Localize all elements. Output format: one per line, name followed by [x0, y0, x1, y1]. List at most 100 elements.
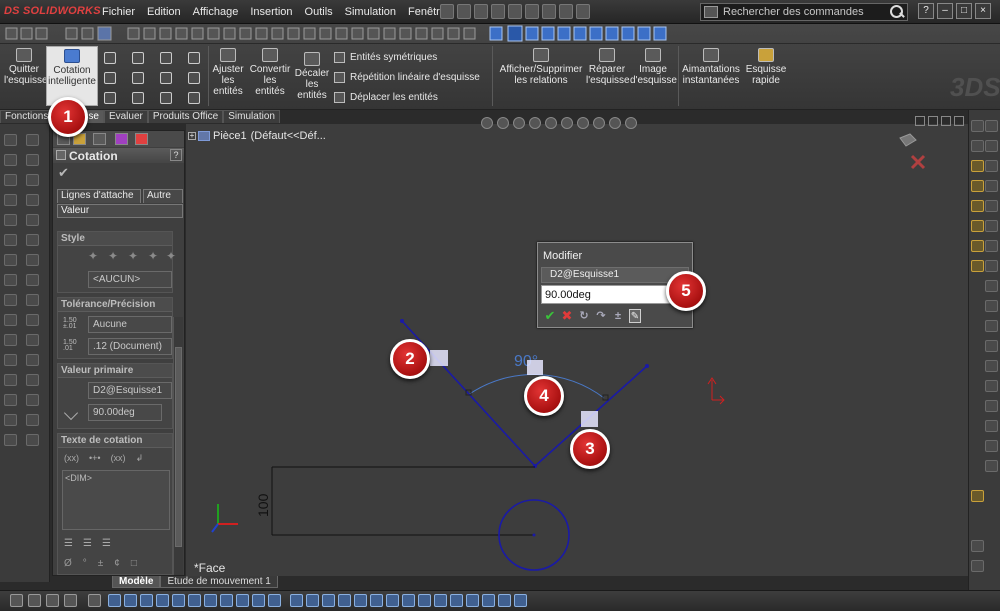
tool-icon[interactable] [26, 334, 39, 346]
tab-other[interactable]: Autre [143, 189, 183, 203]
increment-icon[interactable]: ± [612, 309, 624, 323]
top-tool-icon[interactable] [415, 27, 428, 40]
snap-icon[interactable] [124, 594, 137, 607]
linear-pattern-button[interactable]: Répétition linéaire d'esquisse [334, 72, 480, 83]
tool-icon[interactable] [26, 234, 39, 246]
top-tool-icon[interactable] [207, 27, 220, 40]
top-tool-icon[interactable] [367, 27, 380, 40]
tool-icon[interactable] [4, 434, 17, 446]
open-icon[interactable] [457, 4, 471, 19]
style-delete-icon[interactable]: ✦ [148, 250, 160, 262]
tool-icon[interactable] [985, 380, 998, 392]
snap-icon[interactable] [220, 594, 233, 607]
tool-icon[interactable] [4, 194, 17, 206]
tab-produits-office[interactable]: Produits Office [147, 110, 224, 123]
snap-icon[interactable] [338, 594, 351, 607]
top-tool-icon[interactable] [175, 27, 188, 40]
quit-sketch-button[interactable]: Quitter l'esquisse [4, 48, 48, 86]
tool-icon[interactable] [4, 174, 17, 186]
tab-fonctions[interactable]: Fonctions [0, 110, 54, 123]
degree-icon[interactable]: ° [83, 558, 87, 569]
text-offset-icon[interactable]: ↲ [136, 453, 144, 464]
trim-entities-button[interactable]: Ajuster les entités [210, 48, 246, 97]
display-relations-button[interactable]: Afficher/Supprimer les relations [498, 48, 584, 86]
tool-icon[interactable] [26, 354, 39, 366]
tool-icon[interactable] [985, 200, 998, 212]
tool-icon[interactable] [4, 234, 17, 246]
tool-icon[interactable] [4, 374, 17, 386]
top-tool-icon[interactable] [35, 27, 48, 40]
tool-icon[interactable] [985, 160, 998, 172]
snap-icon[interactable] [482, 594, 495, 607]
menu-edition[interactable]: Edition [141, 6, 187, 18]
tool-icon[interactable] [26, 294, 39, 306]
top-tool-icon[interactable] [335, 27, 348, 40]
dimension-value-field[interactable]: 90.00deg [88, 404, 162, 421]
tool-icon[interactable] [4, 394, 17, 406]
square-icon[interactable]: □ [131, 558, 137, 569]
view-cube-icon[interactable] [637, 26, 651, 41]
snap-icon[interactable] [434, 594, 447, 607]
tool-icon[interactable] [985, 320, 998, 332]
snap-icon[interactable] [172, 594, 185, 607]
diameter-icon[interactable]: Ø [64, 558, 72, 569]
view-cube-icon[interactable] [605, 26, 619, 41]
resources-icon[interactable] [971, 160, 984, 172]
linear-dimension-label[interactable]: 100 [255, 493, 271, 517]
view-cube-icon[interactable] [621, 26, 635, 41]
view-cube-icon[interactable] [525, 26, 539, 41]
tool-icon[interactable] [26, 134, 39, 146]
help-icon[interactable]: ? [918, 3, 934, 19]
menu-insertion[interactable]: Insertion [244, 6, 298, 18]
tolerance-type-select[interactable]: Aucune [88, 316, 172, 333]
reverse-icon[interactable]: ↷ [595, 309, 607, 323]
tool-icon[interactable] [4, 214, 17, 226]
snap-icon[interactable] [322, 594, 335, 607]
mirror-entities-button[interactable]: Entités symétriques [334, 52, 437, 63]
circle-center[interactable] [532, 533, 536, 537]
view-cube-icon[interactable] [489, 26, 503, 41]
tool-icon[interactable] [985, 360, 998, 372]
snap-icon[interactable] [290, 594, 303, 607]
tool-icon[interactable] [985, 180, 998, 192]
menu-affichage[interactable]: Affichage [187, 6, 245, 18]
file-explorer-icon[interactable] [971, 200, 984, 212]
command-search-input[interactable] [701, 6, 889, 18]
options-icon[interactable] [576, 4, 590, 19]
tool-icon[interactable] [4, 414, 17, 426]
sketch-picture-button[interactable]: Image d'esquisse [630, 48, 677, 86]
quick-sketch-button[interactable]: Esquisse rapide [744, 48, 788, 86]
precision-select[interactable]: .12 (Document) [88, 338, 172, 355]
dimension-name-field[interactable]: D2@Esquisse1 [88, 382, 172, 399]
rebuild-icon[interactable]: ↻ [578, 309, 590, 323]
top-tool-icon[interactable] [191, 27, 204, 40]
tool-icon[interactable] [26, 394, 39, 406]
dimxpert-tab-icon[interactable] [115, 133, 128, 145]
tool-icon[interactable] [26, 154, 39, 166]
snap-icon[interactable] [498, 594, 511, 607]
tool-icon[interactable] [985, 220, 998, 232]
snap-icon[interactable] [156, 594, 169, 607]
tool-icon[interactable] [985, 440, 998, 452]
fillet-icon[interactable] [132, 92, 144, 104]
tool-icon[interactable] [26, 414, 39, 426]
redo-icon[interactable] [525, 4, 539, 19]
snap-icon[interactable] [188, 594, 201, 607]
menu-simulation[interactable]: Simulation [339, 6, 402, 18]
rectangle-icon[interactable] [104, 72, 116, 84]
tool-icon[interactable] [4, 154, 17, 166]
snap-icon[interactable] [252, 594, 265, 607]
tool-icon[interactable] [971, 540, 984, 552]
snap-icon[interactable] [306, 594, 319, 607]
line-icon[interactable] [104, 52, 116, 64]
top-tool-icon[interactable] [255, 27, 268, 40]
centerline-icon[interactable]: ¢ [114, 558, 120, 569]
style-update-icon[interactable]: ✦ [128, 250, 140, 262]
view-palette-icon[interactable] [971, 220, 984, 232]
menu-fichier[interactable]: Fichier [96, 6, 141, 18]
top-tool-icon[interactable] [351, 27, 364, 40]
tool-icon[interactable] [985, 300, 998, 312]
tool-icon[interactable] [26, 374, 39, 386]
tab-model[interactable]: Modèle [112, 576, 161, 588]
sketch-endpoint[interactable] [645, 364, 649, 368]
